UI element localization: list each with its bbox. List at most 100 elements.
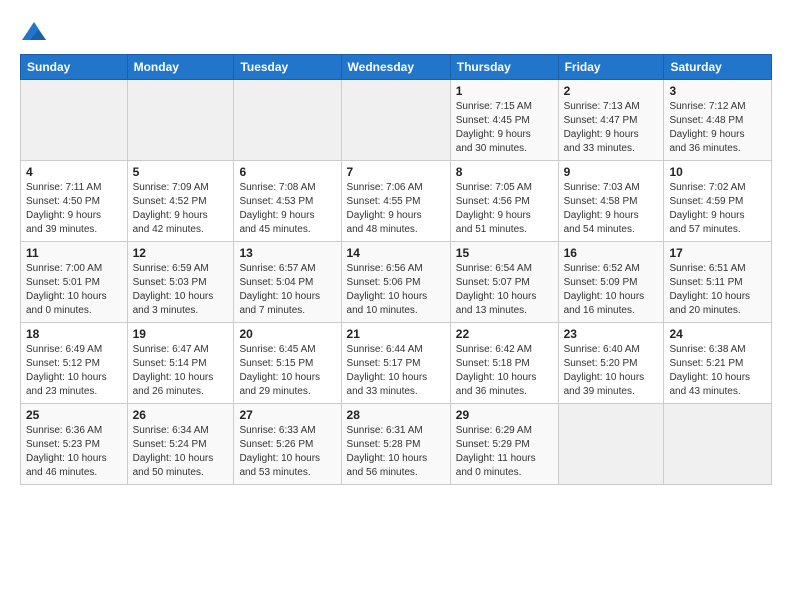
calendar-cell: 14 Sunrise: 6:56 AMSunset: 5:06 PMDayligh…	[341, 242, 450, 323]
day-info: Sunrise: 6:45 AMSunset: 5:15 PMDaylight:…	[239, 343, 335, 399]
calendar-cell: 6 Sunrise: 7:08 AMSunset: 4:53 PMDaylight…	[234, 161, 341, 242]
day-info: Sunrise: 7:11 AMSunset: 4:50 PMDaylight:…	[26, 181, 122, 237]
day-number: 26	[133, 408, 229, 422]
calendar-cell: 23 Sunrise: 6:40 AMSunset: 5:20 PMDayligh…	[558, 323, 664, 404]
day-info: Sunrise: 6:49 AMSunset: 5:12 PMDaylight:…	[26, 343, 122, 399]
day-info: Sunrise: 7:00 AMSunset: 5:01 PMDaylight:…	[26, 262, 122, 318]
day-info: Sunrise: 6:54 AMSunset: 5:07 PMDaylight:…	[456, 262, 553, 318]
calendar-cell: 12 Sunrise: 6:59 AMSunset: 5:03 PMDayligh…	[127, 242, 234, 323]
day-number: 14	[347, 246, 445, 260]
day-info: Sunrise: 6:29 AMSunset: 5:29 PMDaylight:…	[456, 424, 553, 480]
day-info: Sunrise: 6:57 AMSunset: 5:04 PMDaylight:…	[239, 262, 335, 318]
calendar-cell: 10Sunrise: 7:02 AMSunset: 4:59 PMDayligh…	[664, 161, 772, 242]
calendar-cell: 9 Sunrise: 7:03 AMSunset: 4:58 PMDaylight…	[558, 161, 664, 242]
calendar-cell: 2Sunrise: 7:13 AMSunset: 4:47 PMDaylight…	[558, 80, 664, 161]
calendar-cell: 19Sunrise: 6:47 AMSunset: 5:14 PMDayligh…	[127, 323, 234, 404]
day-info: Sunrise: 6:51 AMSunset: 5:11 PMDaylight:…	[669, 262, 766, 318]
calendar-cell: 16 Sunrise: 6:52 AMSunset: 5:09 PMDayligh…	[558, 242, 664, 323]
calendar-cell	[664, 404, 772, 485]
weekday-wednesday: Wednesday	[341, 55, 450, 80]
day-info: Sunrise: 6:31 AMSunset: 5:28 PMDaylight:…	[347, 424, 445, 480]
weekday-friday: Friday	[558, 55, 664, 80]
day-info: Sunrise: 6:59 AMSunset: 5:03 PMDaylight:…	[133, 262, 229, 318]
calendar-cell	[558, 404, 664, 485]
day-number: 1	[456, 84, 553, 98]
day-number: 27	[239, 408, 335, 422]
calendar-cell: 3 Sunrise: 7:12 AMSunset: 4:48 PMDaylight…	[664, 80, 772, 161]
day-number: 23	[564, 327, 659, 341]
day-info: Sunrise: 7:12 AMSunset: 4:48 PMDaylight:…	[669, 100, 766, 156]
day-number: 6	[239, 165, 335, 179]
day-info: Sunrise: 6:38 AMSunset: 5:21 PMDaylight:…	[669, 343, 766, 399]
day-number: 28	[347, 408, 445, 422]
day-info: Sunrise: 6:52 AMSunset: 5:09 PMDaylight:…	[564, 262, 659, 318]
calendar-cell	[234, 80, 341, 161]
day-number: 3	[669, 84, 766, 98]
calendar-cell: 5 Sunrise: 7:09 AMSunset: 4:52 PMDaylight…	[127, 161, 234, 242]
day-info: Sunrise: 6:36 AMSunset: 5:23 PMDaylight:…	[26, 424, 122, 480]
day-number: 8	[456, 165, 553, 179]
calendar-cell: 11 Sunrise: 7:00 AMSunset: 5:01 PMDayligh…	[21, 242, 128, 323]
calendar-cell: 1 Sunrise: 7:15 AMSunset: 4:45 PMDaylight…	[450, 80, 558, 161]
week-row-5: 25Sunrise: 6:36 AMSunset: 5:23 PMDayligh…	[21, 404, 772, 485]
calendar-cell: 8 Sunrise: 7:05 AMSunset: 4:56 PMDaylight…	[450, 161, 558, 242]
day-info: Sunrise: 7:02 AMSunset: 4:59 PMDaylight:…	[669, 181, 766, 237]
day-number: 16	[564, 246, 659, 260]
day-info: Sunrise: 7:03 AMSunset: 4:58 PMDaylight:…	[564, 181, 659, 237]
logo	[20, 20, 52, 48]
calendar-cell: 27 Sunrise: 6:33 AMSunset: 5:26 PMDayligh…	[234, 404, 341, 485]
day-info: Sunrise: 6:47 AMSunset: 5:14 PMDaylight:…	[133, 343, 229, 399]
day-number: 21	[347, 327, 445, 341]
day-number: 20	[239, 327, 335, 341]
calendar-cell: 20 Sunrise: 6:45 AMSunset: 5:15 PMDayligh…	[234, 323, 341, 404]
day-number: 15	[456, 246, 553, 260]
weekday-saturday: Saturday	[664, 55, 772, 80]
day-number: 18	[26, 327, 122, 341]
day-number: 11	[26, 246, 122, 260]
day-info: Sunrise: 7:09 AMSunset: 4:52 PMDaylight:…	[133, 181, 229, 237]
calendar-cell: 13 Sunrise: 6:57 AMSunset: 5:04 PMDayligh…	[234, 242, 341, 323]
calendar-cell: 29 Sunrise: 6:29 AMSunset: 5:29 PMDayligh…	[450, 404, 558, 485]
calendar-cell: 22 Sunrise: 6:42 AMSunset: 5:18 PMDayligh…	[450, 323, 558, 404]
day-number: 5	[133, 165, 229, 179]
page-header	[20, 16, 772, 48]
day-number: 4	[26, 165, 122, 179]
day-info: Sunrise: 7:08 AMSunset: 4:53 PMDaylight:…	[239, 181, 335, 237]
calendar-cell	[341, 80, 450, 161]
day-info: Sunrise: 6:40 AMSunset: 5:20 PMDaylight:…	[564, 343, 659, 399]
weekday-header-row: SundayMondayTuesdayWednesdayThursdayFrid…	[21, 55, 772, 80]
day-info: Sunrise: 6:44 AMSunset: 5:17 PMDaylight:…	[347, 343, 445, 399]
calendar-cell: 17 Sunrise: 6:51 AMSunset: 5:11 PMDayligh…	[664, 242, 772, 323]
day-number: 7	[347, 165, 445, 179]
weekday-thursday: Thursday	[450, 55, 558, 80]
calendar-cell	[127, 80, 234, 161]
logo-icon	[20, 20, 48, 48]
day-number: 29	[456, 408, 553, 422]
calendar-table: SundayMondayTuesdayWednesdayThursdayFrid…	[20, 54, 772, 485]
calendar-cell: 4 Sunrise: 7:11 AMSunset: 4:50 PMDaylight…	[21, 161, 128, 242]
calendar-cell: 18 Sunrise: 6:49 AMSunset: 5:12 PMDayligh…	[21, 323, 128, 404]
calendar-cell	[21, 80, 128, 161]
day-info: Sunrise: 6:42 AMSunset: 5:18 PMDaylight:…	[456, 343, 553, 399]
day-info: Sunrise: 6:56 AMSunset: 5:06 PMDaylight:…	[347, 262, 445, 318]
week-row-1: 1 Sunrise: 7:15 AMSunset: 4:45 PMDaylight…	[21, 80, 772, 161]
day-number: 13	[239, 246, 335, 260]
day-info: Sunrise: 7:05 AMSunset: 4:56 PMDaylight:…	[456, 181, 553, 237]
week-row-4: 18 Sunrise: 6:49 AMSunset: 5:12 PMDayligh…	[21, 323, 772, 404]
calendar-cell: 7Sunrise: 7:06 AMSunset: 4:55 PMDaylight…	[341, 161, 450, 242]
weekday-sunday: Sunday	[21, 55, 128, 80]
week-row-2: 4 Sunrise: 7:11 AMSunset: 4:50 PMDaylight…	[21, 161, 772, 242]
day-info: Sunrise: 7:13 AMSunset: 4:47 PMDaylight:…	[564, 100, 659, 156]
calendar-cell: 24 Sunrise: 6:38 AMSunset: 5:21 PMDayligh…	[664, 323, 772, 404]
calendar-cell: 15 Sunrise: 6:54 AMSunset: 5:07 PMDayligh…	[450, 242, 558, 323]
calendar-cell: 21 Sunrise: 6:44 AMSunset: 5:17 PMDayligh…	[341, 323, 450, 404]
day-info: Sunrise: 7:15 AMSunset: 4:45 PMDaylight:…	[456, 100, 553, 156]
day-info: Sunrise: 6:34 AMSunset: 5:24 PMDaylight:…	[133, 424, 229, 480]
day-number: 17	[669, 246, 766, 260]
day-number: 9	[564, 165, 659, 179]
calendar-cell: 25Sunrise: 6:36 AMSunset: 5:23 PMDayligh…	[21, 404, 128, 485]
day-number: 22	[456, 327, 553, 341]
day-number: 12	[133, 246, 229, 260]
day-info: Sunrise: 6:33 AMSunset: 5:26 PMDaylight:…	[239, 424, 335, 480]
day-number: 24	[669, 327, 766, 341]
